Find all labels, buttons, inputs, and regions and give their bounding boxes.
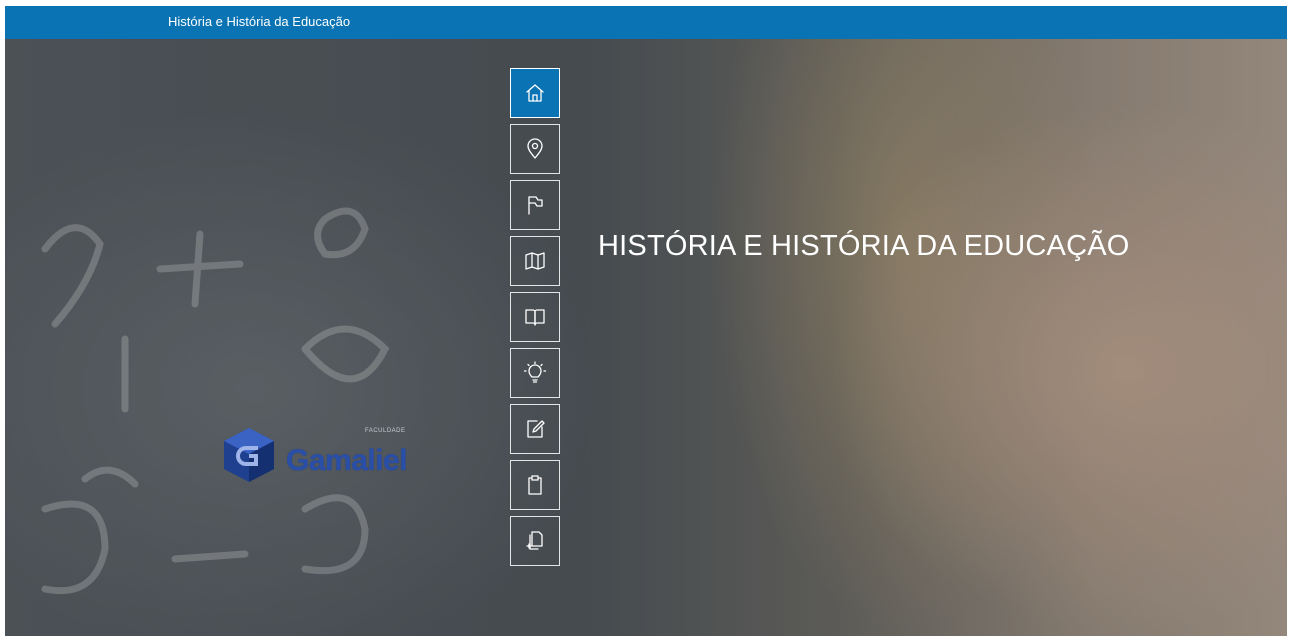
nav-files-button[interactable] [510,516,560,566]
book-icon [525,309,545,326]
nav-ideas-button[interactable] [510,348,560,398]
nav-location-button[interactable] [510,124,560,174]
logo-cube-icon [224,428,274,482]
app-frame: História e História da Educação HISTÓRIA… [5,6,1287,636]
top-bar: História e História da Educação [5,6,1287,39]
flag-icon [528,196,543,215]
edit-icon [527,420,545,438]
files-icon [526,531,543,550]
clipboard-icon [528,475,542,495]
logo-wordmark: Gamaliel [286,444,408,477]
map-pin-icon [527,138,543,159]
page-title: História e História da Educação [168,14,351,29]
map-icon [525,252,545,270]
nav-book-button[interactable] [510,292,560,342]
hero-background-image [5,39,1287,636]
icon-nav-menu [510,68,562,572]
logo-subtitle: FACULDADE [365,428,406,434]
home-icon [526,84,544,102]
nav-clipboard-button[interactable] [510,460,560,510]
nav-edit-button[interactable] [510,404,560,454]
lightbulb-icon [523,361,547,383]
hero-headline: HISTÓRIA E HISTÓRIA DA EDUCAÇÃO [598,230,1130,262]
hero-overlay [5,39,1287,636]
nav-home-button[interactable] [510,68,560,118]
nav-map-button[interactable] [510,236,560,286]
gamaliel-logo: FACULDADE Gamaliel [218,424,418,486]
nav-flag-button[interactable] [510,180,560,230]
